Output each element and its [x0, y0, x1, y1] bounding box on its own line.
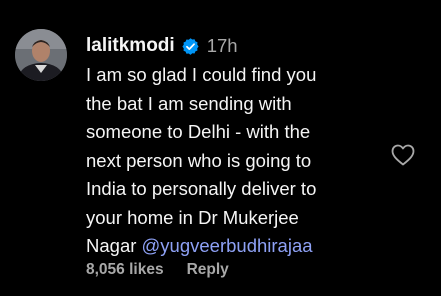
comment-line: India to personally deliver to — [86, 178, 317, 199]
avatar[interactable] — [15, 29, 67, 81]
comment-header: lalitkmodi 17h — [86, 33, 238, 59]
comment-last-line: Nagar @yugveerbudhirajaa — [86, 232, 386, 261]
mention-link[interactable]: @yugveerbudhirajaa — [142, 235, 313, 256]
comment-timestamp[interactable]: 17h — [207, 35, 238, 57]
comment-line: someone to Delhi - with the — [86, 121, 311, 142]
comment-line: the bat I am sending with — [86, 92, 292, 114]
comment-text: I am so glad I could find you the bat I … — [86, 61, 386, 261]
reply-button[interactable]: Reply — [187, 261, 229, 279]
comment-line: your home in Dr Mukerjee — [86, 206, 299, 228]
verified-badge-icon — [181, 37, 200, 56]
heart-outline-icon[interactable] — [391, 144, 415, 166]
likes-count[interactable]: 8,056 likes — [86, 261, 164, 279]
comment-footer: 8,056 likes Reply — [86, 261, 229, 279]
username[interactable]: lalitkmodi — [86, 35, 175, 57]
comment: lalitkmodi 17h I am so glad I could find… — [0, 0, 441, 296]
comment-line: next person who is going to — [86, 149, 312, 171]
comment-line: Nagar — [86, 235, 142, 256]
comment-line: I am so glad I could find you — [86, 64, 317, 85]
